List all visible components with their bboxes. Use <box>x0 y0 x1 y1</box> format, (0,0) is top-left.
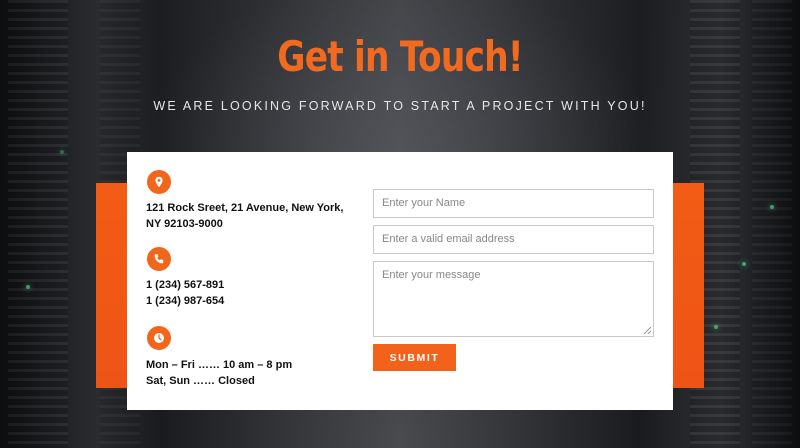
address-text: 121 Rock Sreet, 21 Avenue, New York, NY … <box>146 200 346 232</box>
name-input[interactable]: Enter your Name <box>373 189 654 218</box>
map-pin-icon <box>147 170 171 194</box>
hours-weekdays: Mon – Fri …… 10 am – 8 pm <box>146 359 293 371</box>
phone-number-2[interactable]: 1 (234) 987-654 <box>146 293 346 309</box>
address-line-2: NY 92103-9000 <box>146 218 223 230</box>
address-line-1: 121 Rock Sreet, 21 Avenue, New York, <box>146 202 344 214</box>
phone-number-1[interactable]: 1 (234) 567-891 <box>146 277 346 293</box>
phone-text: 1 (234) 567-891 1 (234) 987-654 <box>146 277 346 309</box>
name-placeholder: Enter your Name <box>382 197 466 209</box>
hours-weekend: Sat, Sun …… Closed <box>146 375 255 387</box>
email-input[interactable]: Enter a valid email address <box>373 225 654 254</box>
clock-icon <box>147 326 171 350</box>
message-placeholder: Enter your message <box>382 269 481 281</box>
submit-button[interactable]: SUBMIT <box>373 344 456 371</box>
resize-grip-icon[interactable] <box>644 327 651 334</box>
phone-icon <box>147 247 171 271</box>
page-subtitle: WE ARE LOOKING FORWARD TO START A PROJEC… <box>153 99 647 113</box>
email-placeholder: Enter a valid email address <box>382 233 515 245</box>
page-title: Get in Touch! <box>277 32 523 81</box>
hours-text: Mon – Fri …… 10 am – 8 pm Sat, Sun …… Cl… <box>146 357 346 389</box>
message-textarea[interactable]: Enter your message <box>373 261 654 337</box>
